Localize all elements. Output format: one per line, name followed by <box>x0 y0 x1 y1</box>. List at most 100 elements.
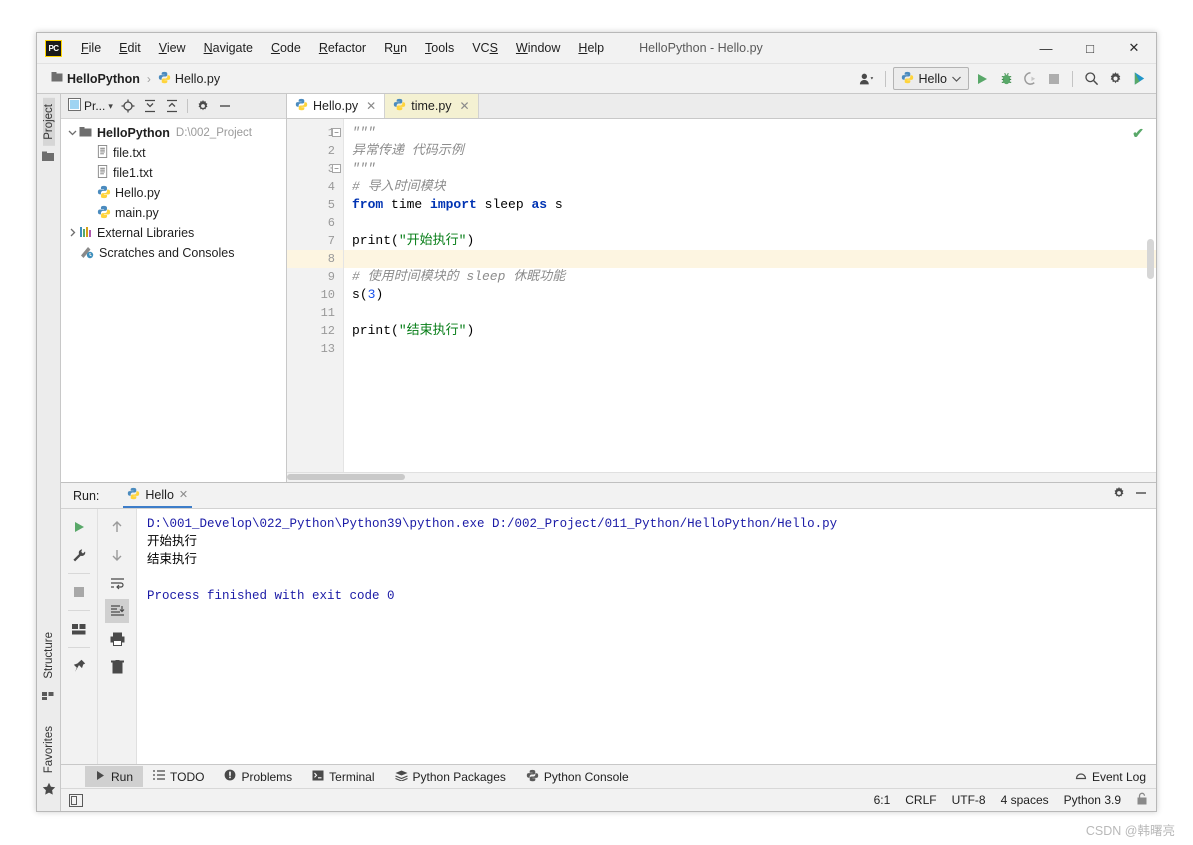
run-actions-column-2 <box>98 509 137 764</box>
menu-item-code[interactable]: Code <box>262 38 310 58</box>
layout-icon[interactable] <box>67 617 91 641</box>
tree-item-file-txt[interactable]: file.txt <box>61 143 286 163</box>
editor-vertical-scrollbar[interactable] <box>1147 239 1154 279</box>
clear-all-icon[interactable] <box>105 655 129 679</box>
pin-tab-icon[interactable] <box>67 654 91 678</box>
line-number: 13 <box>320 342 335 356</box>
python-interpreter[interactable]: Python 3.9 <box>1064 793 1121 807</box>
bottom-tab-problems[interactable]: Problems <box>214 766 302 787</box>
menu-item-navigate[interactable]: Navigate <box>195 38 262 58</box>
run-configuration-icon[interactable] <box>67 543 91 567</box>
code-token: """ <box>352 161 376 176</box>
settings-gear-icon[interactable] <box>1104 68 1126 90</box>
fold-marker-close[interactable]: − <box>332 164 341 173</box>
bottom-tab-todo[interactable]: TODO <box>143 766 214 787</box>
tree-item-main-py[interactable]: main.py <box>61 203 286 223</box>
code-editor[interactable]: 1 2 3 4 5 6 7 8 9 10 11 <box>287 119 1156 472</box>
tree-item-hello-py[interactable]: Hello.py <box>61 183 286 203</box>
tree-item-scratches-and-consoles[interactable]: Scratches and Consoles <box>61 243 286 263</box>
tree-item-hellopython[interactable]: HelloPython D:\002_Project <box>61 123 286 143</box>
bottom-tab-terminal[interactable]: Terminal <box>302 766 384 787</box>
inspection-ok-icon[interactable]: ✔ <box>1132 125 1144 142</box>
run-coverage-icon[interactable] <box>1019 68 1041 90</box>
bottom-tab-run[interactable]: Run <box>85 766 144 787</box>
line-number: 12 <box>320 324 335 338</box>
hide-pane-icon[interactable] <box>215 96 235 116</box>
user-settings-icon[interactable] <box>856 68 878 90</box>
pane-settings-icon[interactable] <box>193 96 213 116</box>
chevron-down-icon[interactable] <box>65 128 79 139</box>
hide-run-pane-icon[interactable] <box>1134 486 1148 505</box>
bottom-tab-python-packages[interactable]: Python Packages <box>385 766 516 787</box>
project-pane-title[interactable]: Pr... ▾ <box>65 97 116 115</box>
event-log-button[interactable]: Event Log <box>1075 769 1146 784</box>
run-settings-gear-icon[interactable] <box>1112 486 1126 505</box>
close-button[interactable]: ✕ <box>1112 33 1156 63</box>
search-icon[interactable] <box>1080 68 1102 90</box>
menu-item-tools[interactable]: Tools <box>416 38 463 58</box>
print-icon[interactable] <box>105 627 129 651</box>
scroll-to-end-icon[interactable] <box>105 599 129 623</box>
run-console-output[interactable]: D:\001_Develop\022_Python\Python39\pytho… <box>137 509 1156 764</box>
menu-item-help[interactable]: Help <box>569 38 613 58</box>
close-icon[interactable]: ✕ <box>179 488 188 501</box>
rerun-icon[interactable] <box>67 515 91 539</box>
maximize-button[interactable]: □ <box>1068 33 1112 63</box>
run-icon[interactable] <box>971 68 993 90</box>
down-arrow-icon[interactable] <box>105 543 129 567</box>
menu-item-refactor[interactable]: Refactor <box>310 38 375 58</box>
sidebar-tab-project[interactable]: Project <box>42 98 55 146</box>
editor-horizontal-scrollbar[interactable] <box>287 472 1156 482</box>
tab-time-py[interactable]: time.py ✕ <box>385 94 479 118</box>
menu-item-view[interactable]: View <box>150 38 195 58</box>
tree-item-external-libraries[interactable]: External Libraries <box>61 223 286 243</box>
run-tab-hello[interactable]: Hello ✕ <box>123 484 193 508</box>
stop-icon[interactable] <box>1043 68 1065 90</box>
scrollbar-thumb[interactable] <box>287 474 405 480</box>
text-file-icon <box>97 165 109 181</box>
toggle-toolwindows-icon[interactable] <box>69 793 83 807</box>
file-encoding[interactable]: UTF-8 <box>952 793 986 807</box>
menu-item-run[interactable]: Run <box>375 38 416 58</box>
sidebar-tab-project-label: Project <box>42 104 55 140</box>
close-icon[interactable]: ✕ <box>460 99 470 113</box>
tree-item-file1-txt[interactable]: file1.txt <box>61 163 286 183</box>
fold-marker-open[interactable]: − <box>332 128 341 137</box>
stop-process-icon[interactable] <box>67 580 91 604</box>
collapse-all-icon[interactable] <box>162 96 182 116</box>
up-arrow-icon[interactable] <box>105 515 129 539</box>
run-configuration-selector[interactable]: Hello <box>892 67 969 90</box>
caret-position[interactable]: 6:1 <box>874 793 891 807</box>
menu-item-edit[interactable]: Edit <box>110 38 150 58</box>
updates-icon[interactable] <box>1128 68 1150 90</box>
scroll-from-source-icon[interactable] <box>118 96 138 116</box>
breadcrumb-file[interactable]: Hello.py <box>155 69 223 89</box>
expand-all-icon[interactable] <box>140 96 160 116</box>
line-separator[interactable]: CRLF <box>905 793 936 807</box>
code-text[interactable]: """ 异常传递 代码示例 """ # 导入时间模块 from time imp… <box>344 119 1156 472</box>
line-number: 4 <box>327 180 335 194</box>
tab-label: time.py <box>411 99 452 113</box>
console-line-output: 结束执行 <box>147 553 198 567</box>
minimize-button[interactable]: — <box>1024 33 1068 63</box>
console-line-command[interactable]: D:\001_Develop\022_Python\Python39\pytho… <box>147 515 1156 533</box>
sidebar-tab-structure[interactable]: Structure <box>43 626 55 685</box>
project-pane-title-label: Pr... <box>84 99 106 113</box>
close-icon[interactable]: ✕ <box>366 99 376 113</box>
bottom-tab-python-console[interactable]: Python Console <box>516 766 639 787</box>
breadcrumb-project[interactable]: HelloPython <box>48 69 143 88</box>
chevron-down-icon: ▾ <box>108 100 113 111</box>
debug-icon[interactable] <box>995 68 1017 90</box>
sidebar-tab-favorites[interactable]: Favorites <box>43 720 55 779</box>
soft-wrap-icon[interactable] <box>105 571 129 595</box>
menu-item-window[interactable]: Window <box>507 38 569 58</box>
tab-hello-py[interactable]: Hello.py ✕ <box>287 94 386 118</box>
menu-item-file[interactable]: File <box>72 38 110 58</box>
divider <box>68 610 90 611</box>
line-number: 7 <box>327 234 335 248</box>
lock-icon[interactable] <box>1136 792 1148 808</box>
menu-item-vcs[interactable]: VCS <box>463 38 507 58</box>
indent-setting[interactable]: 4 spaces <box>1001 793 1049 807</box>
structure-icon <box>42 688 55 706</box>
chevron-right-icon[interactable] <box>65 228 79 239</box>
